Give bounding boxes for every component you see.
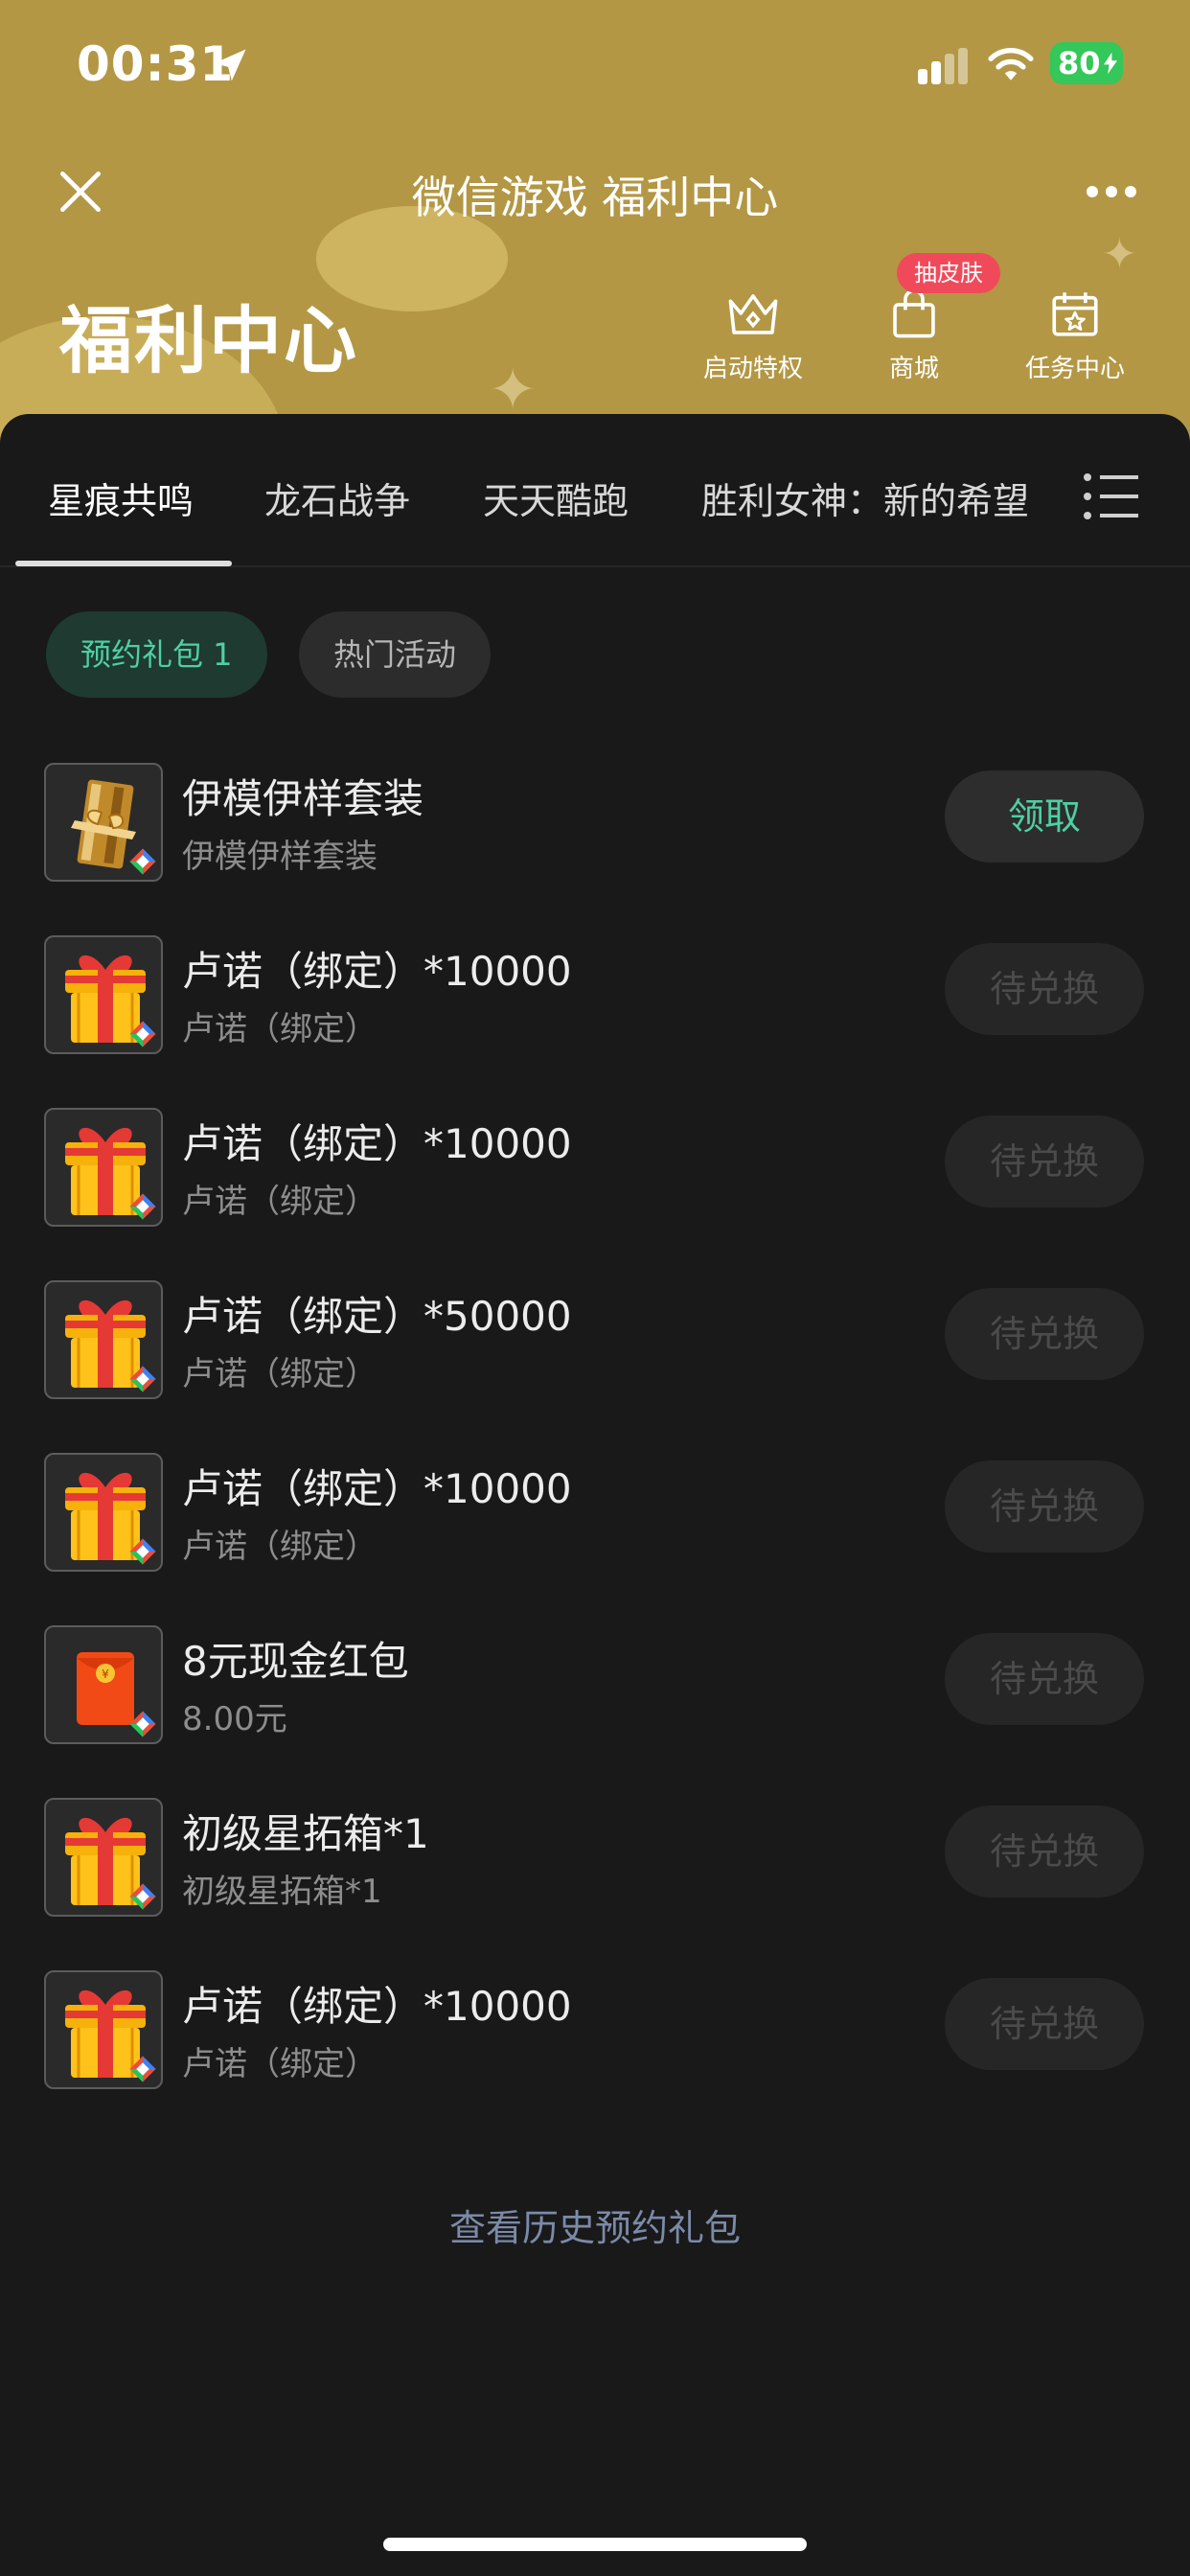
cellular-signal-icon	[918, 48, 968, 84]
game-logo-icon	[129, 848, 156, 875]
gift-thumbnail	[44, 1280, 163, 1399]
pending-exchange-button[interactable]: 待兑换	[945, 1633, 1144, 1725]
quick-action-task-center[interactable]: 任务中心	[1013, 288, 1137, 393]
gift-thumbnail: ¥	[44, 1625, 163, 1744]
pending-exchange-button[interactable]: 待兑换	[945, 1978, 1144, 2070]
home-indicator	[383, 2538, 807, 2551]
nav-title: 微信游戏 福利中心	[411, 172, 779, 223]
status-bar: 00:31 80	[0, 0, 1190, 129]
quick-action-label: 启动特权	[702, 355, 803, 383]
page-title: 福利中心	[59, 298, 358, 383]
quick-action-label: 商城	[888, 355, 939, 383]
gift-subtitle: 卢诺（绑定）	[182, 1528, 378, 1566]
pending-exchange-button[interactable]: 待兑换	[945, 1288, 1144, 1380]
nav-bar: 微信游戏 福利中心	[0, 144, 1190, 240]
quick-action-launch-privilege[interactable]: 启动特权	[691, 288, 815, 393]
gift-title: 卢诺（绑定）*10000	[182, 1465, 572, 1512]
game-logo-icon	[129, 1883, 156, 1910]
history-gifts-link[interactable]: 查看历史预约礼包	[0, 2198, 1190, 2251]
gift-thumbnail	[44, 1798, 163, 1917]
gift-list-item: 卢诺（绑定）*50000 卢诺（绑定） 待兑换	[0, 1280, 1190, 1424]
charging-bolt-icon	[1104, 52, 1117, 75]
svg-text:¥: ¥	[102, 1668, 109, 1681]
game-logo-icon	[129, 1711, 156, 1737]
gift-title: 卢诺（绑定）*50000	[182, 1293, 572, 1340]
gift-list-item: 卢诺（绑定）*10000 卢诺（绑定） 待兑换	[0, 1108, 1190, 1252]
gift-title: 卢诺（绑定）*10000	[182, 1983, 572, 2030]
game-logo-icon	[129, 1366, 156, 1392]
gift-subtitle: 卢诺（绑定）	[182, 1183, 378, 1221]
mall-badge: 抽皮肤	[897, 253, 1000, 293]
gift-subtitle: 卢诺（绑定）	[182, 1010, 378, 1048]
gift-list-item: 伊模伊样套装 伊模伊样套装 领取	[0, 763, 1190, 907]
gift-subtitle: 卢诺（绑定）	[182, 2045, 378, 2083]
gift-list-item: 卢诺（绑定）*10000 卢诺（绑定） 待兑换	[0, 1970, 1190, 2114]
gift-thumbnail	[44, 1970, 163, 2089]
gift-list-item: 卢诺（绑定）*10000 卢诺（绑定） 待兑换	[0, 935, 1190, 1079]
game-logo-icon	[129, 1021, 156, 1047]
gift-list-item: 初级星拓箱*1 初级星拓箱*1 待兑换	[0, 1798, 1190, 1942]
tab-list-menu-icon[interactable]	[1083, 472, 1140, 521]
tab-game-1[interactable]: 星痕共鸣	[48, 472, 194, 524]
gift-title: 卢诺（绑定）*10000	[182, 1120, 572, 1167]
gift-title: 初级星拓箱*1	[182, 1810, 429, 1857]
pending-exchange-button[interactable]: 待兑换	[945, 1806, 1144, 1898]
content-sheet: 星痕共鸣 龙石战争 天天酷跑 胜利女神：新的希望 预约礼包 1 热门活动 伊模伊…	[0, 414, 1190, 2576]
gift-thumbnail	[44, 935, 163, 1054]
gift-subtitle: 伊模伊样套装	[182, 838, 378, 876]
game-logo-icon	[129, 2056, 156, 2082]
gift-thumbnail	[44, 763, 163, 882]
game-tabs: 星痕共鸣 龙石战争 天天酷跑 胜利女神：新的希望	[0, 414, 1190, 567]
quick-action-label: 任务中心	[1024, 355, 1125, 383]
gift-list-item: ¥8元现金红包 8.00元 待兑换	[0, 1625, 1190, 1769]
gift-subtitle: 初级星拓箱*1	[182, 1873, 382, 1911]
active-tab-indicator	[15, 561, 232, 566]
game-logo-icon	[129, 1193, 156, 1220]
gift-thumbnail	[44, 1108, 163, 1227]
more-options-icon[interactable]	[1085, 182, 1138, 201]
chip-hot-events[interactable]: 热门活动	[299, 611, 492, 698]
wifi-icon	[988, 48, 1034, 80]
battery-indicator: 80	[1050, 42, 1123, 84]
gift-subtitle: 卢诺（绑定）	[182, 1355, 378, 1393]
crown-icon	[728, 294, 778, 334]
quick-action-mall[interactable]: 商城	[852, 288, 976, 393]
tab-game-2[interactable]: 龙石战争	[264, 472, 410, 524]
gift-thumbnail	[44, 1453, 163, 1572]
pending-exchange-button[interactable]: 待兑换	[945, 943, 1144, 1035]
chip-reservation-gifts[interactable]: 预约礼包 1	[46, 611, 267, 698]
tab-game-3[interactable]: 天天酷跑	[483, 472, 629, 524]
pending-exchange-button[interactable]: 待兑换	[945, 1460, 1144, 1552]
gift-subtitle: 8.00元	[182, 1700, 287, 1738]
battery-level: 80	[1058, 45, 1101, 81]
tab-game-4[interactable]: 胜利女神：新的希望	[701, 472, 1029, 524]
gift-title: 8元现金红包	[182, 1638, 409, 1685]
game-logo-icon	[129, 1538, 156, 1565]
gift-title: 卢诺（绑定）*10000	[182, 948, 572, 995]
location-arrow-icon	[214, 49, 246, 81]
header-area: ✦ ✦ 00:31 80 微信游戏 福利中心 福利中心 启动特权 商城 任务中心…	[0, 0, 1190, 441]
gift-title: 伊模伊样套装	[182, 775, 424, 822]
calendar-star-icon	[1052, 292, 1098, 336]
pending-exchange-button[interactable]: 待兑换	[945, 1116, 1144, 1208]
shopping-bag-icon	[893, 288, 935, 338]
claim-button[interactable]: 领取	[945, 770, 1144, 862]
gift-list-item: 卢诺（绑定）*10000 卢诺（绑定） 待兑换	[0, 1453, 1190, 1597]
